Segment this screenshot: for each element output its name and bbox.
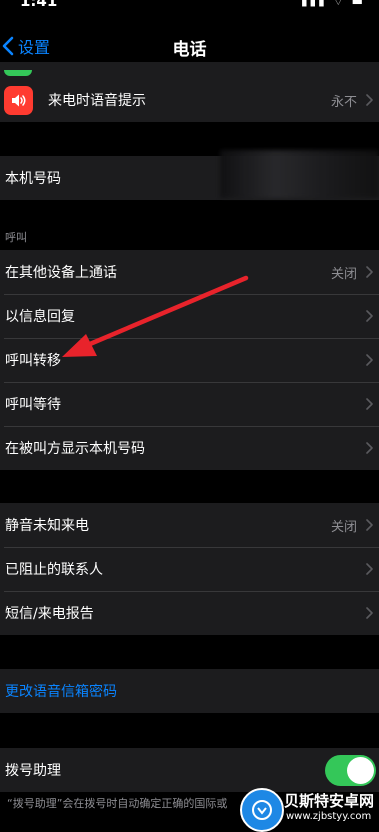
row-label: 呼叫等待: [5, 397, 61, 413]
announce-calls-value: 永不: [330, 94, 357, 110]
announce-group: 来电时语音提示 永不: [0, 78, 379, 122]
voicemail-group: 更改语音信箱密码: [0, 669, 379, 713]
row-label: 在被叫方显示本机号码: [5, 441, 145, 457]
toggle-knob: [347, 756, 374, 784]
watermark-url: www.zjbstyy.com: [286, 811, 372, 822]
calls-group: 在其他设备上通话 关闭 以信息回复 呼叫转移 呼叫等待 在被叫方显示本机号码: [0, 250, 379, 470]
row-value: 关闭: [330, 266, 357, 282]
chevron-right-icon: [366, 519, 373, 531]
blocked-contacts-row[interactable]: 已阻止的联系人: [0, 547, 379, 591]
chevron-right-icon: [366, 266, 373, 278]
redacted-phone-number: [220, 150, 379, 198]
chevron-right-icon: [366, 607, 373, 619]
announce-calls-row[interactable]: 来电时语音提示 永不: [0, 78, 379, 122]
change-voicemail-password-row[interactable]: 更改语音信箱密码: [0, 669, 379, 713]
dial-assist-toggle[interactable]: [325, 754, 376, 786]
announce-calls-label: 来电时语音提示: [48, 93, 146, 109]
chevron-right-icon: [366, 398, 373, 410]
status-icons: ▮▮▮ ⌔ ▬: [300, 0, 365, 8]
page-title: 电话: [172, 40, 207, 60]
chevron-right-icon: [366, 563, 373, 575]
dial-assist-note: “拨号助理”会在拨号时自动确定正确的国际或: [7, 797, 228, 810]
silence-unknown-callers-row[interactable]: 静音未知来电 关闭: [0, 503, 379, 547]
row-label: 在其他设备上通话: [5, 265, 117, 281]
status-time: 1:41: [20, 0, 58, 10]
blocking-group: 静音未知来电 关闭 已阻止的联系人 短信/来电报告: [0, 503, 379, 635]
chevron-right-icon: [366, 442, 373, 454]
calls-section-header: 呼叫: [5, 231, 27, 244]
previous-group: [0, 62, 379, 78]
call-forwarding-row[interactable]: 呼叫转移: [0, 338, 379, 382]
sms-call-reporting-row[interactable]: 短信/来电报告: [0, 591, 379, 635]
calls-on-other-devices-row[interactable]: 在其他设备上通话 关闭: [0, 250, 379, 294]
row-label: 已阻止的联系人: [5, 562, 103, 578]
watermark: 贝斯特安卓网 www.zjbstyy.com: [230, 782, 379, 832]
row-label: 以信息回复: [5, 309, 75, 325]
chevron-right-icon: [366, 354, 373, 366]
speaker-icon: [4, 85, 33, 115]
row-label: 静音未知来电: [5, 518, 89, 534]
row-value: 关闭: [330, 519, 357, 535]
call-waiting-row[interactable]: 呼叫等待: [0, 382, 379, 426]
my-number-label: 本机号码: [5, 171, 61, 187]
watermark-title: 贝斯特安卓网: [284, 792, 375, 810]
change-voicemail-password-link[interactable]: 更改语音信箱密码: [5, 681, 117, 701]
chevron-right-icon: [366, 94, 373, 106]
dial-assist-label: 拨号助理: [5, 763, 61, 779]
previous-row-icon: [4, 70, 32, 76]
respond-with-text-row[interactable]: 以信息回复: [0, 294, 379, 338]
watermark-logo-icon: [240, 788, 284, 832]
status-bar: 1:41 ▮▮▮ ⌔ ▬: [0, 0, 379, 12]
row-label: 短信/来电报告: [5, 606, 94, 622]
row-label: 呼叫转移: [5, 353, 61, 369]
chevron-right-icon: [366, 310, 373, 322]
show-caller-id-row[interactable]: 在被叫方显示本机号码: [0, 426, 379, 470]
